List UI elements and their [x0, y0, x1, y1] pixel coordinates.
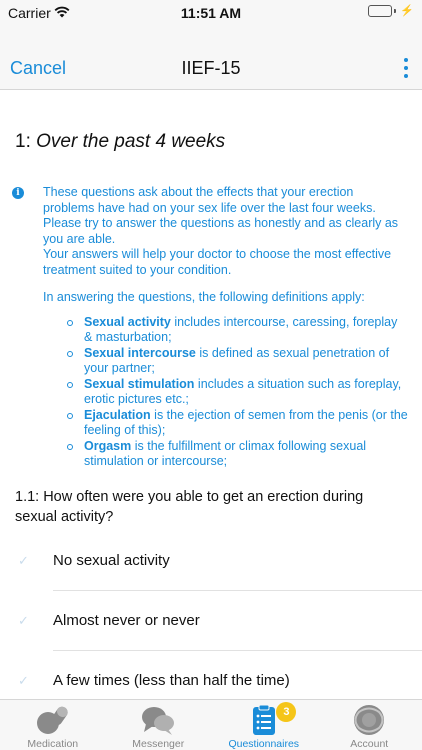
pills-icon — [35, 704, 71, 736]
chat-bubbles-icon — [140, 704, 176, 736]
definition-item: Ejaculation is the ejection of semen fro… — [64, 408, 408, 439]
more-options-icon[interactable] — [400, 58, 412, 78]
checkmark-icon: ✓ — [18, 613, 29, 628]
definition-term: Sexual stimulation — [84, 376, 195, 391]
answer-option-label: Almost never or never — [53, 612, 200, 629]
checkmark-icon: ✓ — [18, 553, 29, 568]
answer-option-no-sexual-activity[interactable]: ✓ No sexual activity — [0, 531, 422, 591]
status-time: 11:51 AM — [180, 5, 242, 21]
definition-item: Sexual stimulation includes a situation … — [64, 377, 408, 408]
answer-option-almost-never[interactable]: ✓ Almost never or never — [0, 591, 422, 651]
definition-term: Sexual activity — [84, 314, 171, 329]
account-icon — [351, 704, 387, 736]
definition-item: Orgasm is the fulfillment or climax foll… — [64, 439, 408, 470]
cancel-button[interactable]: Cancel — [10, 58, 66, 79]
answer-option-a-few-times[interactable]: ✓ A few times (less than half the time) — [0, 651, 422, 699]
info-icon: i — [12, 187, 24, 199]
status-bar: Carrier 11:51 AM ⚡ — [0, 0, 422, 44]
checkmark-icon: ✓ — [18, 673, 29, 688]
charging-bolt-icon: ⚡ — [400, 5, 414, 17]
tab-label: Questionnaires — [228, 738, 300, 750]
tab-medication[interactable]: Medication — [0, 700, 106, 750]
info-text-block: These questions ask about the effects th… — [43, 185, 408, 470]
tab-account[interactable]: Account — [317, 700, 422, 750]
definition-term: Orgasm — [84, 438, 132, 453]
tab-label: Medication — [27, 738, 79, 750]
tab-label: Account — [350, 738, 389, 750]
notification-badge: 3 — [276, 702, 297, 722]
info-paragraph: These questions ask about the effects th… — [43, 185, 399, 246]
definitions-intro: In answering the questions, the followin… — [43, 290, 365, 304]
battery-icon: ⚡ — [368, 4, 414, 17]
navigation-bar: Cancel IIEF-15 — [0, 44, 422, 90]
question-text: 1.1: How often were you able to get an e… — [15, 489, 364, 525]
questionnaire-content[interactable]: 1: Over the past 4 weeks i These questio… — [0, 91, 422, 699]
tab-label: Messenger — [132, 738, 185, 750]
section-number: 1: — [15, 131, 31, 152]
answer-option-label: No sexual activity — [53, 552, 170, 569]
tab-messenger[interactable]: Messenger — [106, 700, 212, 750]
definitions-list: Sexual activity includes intercourse, ca… — [43, 315, 408, 470]
info-paragraph: Your answers will help your doctor to ch… — [43, 247, 392, 277]
answer-option-label: A few times (less than half the time) — [53, 672, 290, 689]
definition-item: Sexual activity includes intercourse, ca… — [64, 315, 408, 346]
section-title: Over the past 4 weeks — [36, 131, 226, 152]
tab-questionnaires[interactable]: 3 Questionnaires — [211, 700, 317, 750]
section-heading: 1: Over the past 4 weeks — [15, 131, 225, 153]
definition-term: Sexual intercourse — [84, 345, 196, 360]
answer-options: ✓ No sexual activity ✓ Almost never or n… — [0, 531, 422, 699]
tab-bar: Medication Messenger 3 Questionnaires Ac… — [0, 699, 422, 750]
definition-item: Sexual intercourse is defined as sexual … — [64, 346, 408, 377]
definition-term: Ejaculation — [84, 407, 151, 422]
